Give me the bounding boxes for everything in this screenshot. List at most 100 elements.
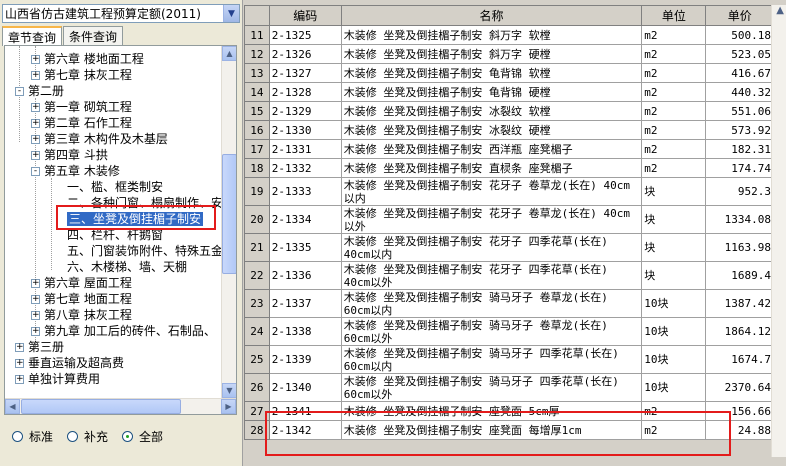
cell-code[interactable]: 2-1328 bbox=[268, 82, 342, 102]
row-number[interactable]: 11 bbox=[244, 25, 270, 45]
expand-icon[interactable]: + bbox=[31, 151, 40, 160]
cell-unit[interactable]: 10块 bbox=[641, 345, 707, 374]
table-row[interactable]: 23 2-1337 木装修 坐凳及倒挂楣子制安 骑马牙子 卷草龙(长在) 60cm以… bbox=[244, 289, 774, 318]
cell-price[interactable]: 523.05 bbox=[705, 44, 774, 64]
scrollbar-thumb[interactable] bbox=[21, 399, 181, 414]
tree-item[interactable]: + 第三章 木构件及木基层 bbox=[31, 131, 168, 147]
expand-icon[interactable]: + bbox=[15, 343, 24, 352]
table-row[interactable]: 18 2-1332 木装修 坐凳及倒挂楣子制安 直棂条 座凳楣子 m2 174.74 bbox=[244, 158, 774, 178]
expand-icon[interactable]: + bbox=[31, 103, 40, 112]
cell-name[interactable]: 木装修 坐凳及倒挂楣子制安 冰裂纹 硬樘 bbox=[340, 120, 643, 140]
cell-unit[interactable]: m2 bbox=[641, 101, 707, 121]
cell-name[interactable]: 木装修 坐凳及倒挂楣子制安 骑马牙子 卷草龙(长在) 60cm以外 bbox=[340, 317, 643, 346]
radio-all[interactable]: 全部 bbox=[122, 428, 163, 445]
tree-item[interactable]: - 第二册 bbox=[15, 83, 64, 99]
cell-name[interactable]: 木装修 坐凳及倒挂楣子制安 花牙子 四季花草(长在) 40cm以外 bbox=[340, 261, 643, 290]
cell-name[interactable]: 木装修 坐凳及倒挂楣子制安 花牙子 四季花草(长在) 40cm以内 bbox=[340, 233, 643, 262]
cell-unit[interactable]: 10块 bbox=[641, 289, 707, 318]
table-row[interactable]: 26 2-1340 木装修 坐凳及倒挂楣子制安 骑马牙子 四季花草(长在) 60cm… bbox=[244, 373, 774, 402]
cell-code[interactable]: 2-1337 bbox=[268, 289, 342, 318]
row-number[interactable]: 12 bbox=[244, 44, 270, 64]
radio-supplement[interactable]: 补充 bbox=[67, 428, 108, 445]
cell-code[interactable]: 2-1338 bbox=[268, 317, 342, 346]
tree-item[interactable]: 六、木楼梯、墙、天棚 bbox=[67, 259, 187, 275]
radio-icon[interactable] bbox=[122, 431, 134, 442]
table-row[interactable]: 22 2-1336 木装修 坐凳及倒挂楣子制安 花牙子 四季花草(长在) 40cm以… bbox=[244, 261, 774, 290]
radio-icon[interactable] bbox=[12, 431, 23, 442]
row-number[interactable]: 13 bbox=[244, 63, 270, 83]
cell-code[interactable]: 2-1333 bbox=[268, 177, 342, 206]
cell-unit[interactable]: m2 bbox=[641, 25, 707, 45]
column-header-unit[interactable]: 单位 bbox=[641, 5, 707, 26]
tree-item[interactable]: 五、门窗装饰附件、特殊五金 bbox=[67, 243, 223, 259]
tree-item[interactable]: + 单独计算费用 bbox=[15, 371, 100, 387]
cell-code[interactable]: 2-1327 bbox=[268, 63, 342, 83]
cell-price[interactable]: 2370.64 bbox=[705, 373, 774, 402]
tree-item[interactable]: + 第二章 石作工程 bbox=[31, 115, 132, 131]
tree-horizontal-scrollbar[interactable]: ◀ ▶ bbox=[5, 398, 236, 414]
expand-icon[interactable]: + bbox=[31, 279, 40, 288]
cell-code[interactable]: 2-1339 bbox=[268, 345, 342, 374]
tree-item[interactable]: + 第七章 抹灰工程 bbox=[31, 67, 132, 83]
table-row[interactable]: 16 2-1330 木装修 坐凳及倒挂楣子制安 冰裂纹 硬樘 m2 573.92 bbox=[244, 120, 774, 140]
cell-unit[interactable]: m2 bbox=[641, 158, 707, 178]
cell-unit[interactable]: 块 bbox=[641, 205, 707, 234]
cell-name[interactable]: 木装修 坐凳及倒挂楣子制安 冰裂纹 软樘 bbox=[340, 101, 643, 121]
cell-code[interactable]: 2-1340 bbox=[268, 373, 342, 402]
row-number[interactable]: 25 bbox=[244, 345, 270, 374]
cell-name[interactable]: 木装修 坐凳及倒挂楣子制安 花牙子 卷草龙(长在) 40cm以外 bbox=[340, 205, 643, 234]
expand-icon[interactable]: + bbox=[31, 311, 40, 320]
expand-icon[interactable]: + bbox=[15, 359, 24, 368]
expand-icon[interactable]: + bbox=[31, 135, 40, 144]
cell-code[interactable]: 2-1325 bbox=[268, 25, 342, 45]
expand-icon[interactable]: + bbox=[15, 375, 24, 384]
row-number[interactable]: 14 bbox=[244, 82, 270, 102]
collapse-icon[interactable]: - bbox=[31, 167, 40, 176]
table-row[interactable]: 14 2-1328 木装修 坐凳及倒挂楣子制安 龟背锦 硬樘 m2 440.32 bbox=[244, 82, 774, 102]
cell-code[interactable]: 2-1329 bbox=[268, 101, 342, 121]
cell-unit[interactable]: m2 bbox=[641, 139, 707, 159]
table-row[interactable]: 20 2-1334 木装修 坐凳及倒挂楣子制安 花牙子 卷草龙(长在) 40cm以外… bbox=[244, 205, 774, 234]
row-number[interactable]: 18 bbox=[244, 158, 270, 178]
expand-icon[interactable]: + bbox=[31, 119, 40, 128]
cell-code[interactable]: 2-1330 bbox=[268, 120, 342, 140]
chevron-down-icon[interactable]: ▼ bbox=[223, 5, 239, 22]
cell-unit[interactable]: 块 bbox=[641, 177, 707, 206]
cell-price[interactable]: 182.31 bbox=[705, 139, 774, 159]
cell-name[interactable]: 木装修 坐凳及倒挂楣子制安 骑马牙子 四季花草(长在) 60cm以内 bbox=[340, 345, 643, 374]
cell-unit[interactable]: 10块 bbox=[641, 317, 707, 346]
tree-item[interactable]: + 第七章 地面工程 bbox=[31, 291, 132, 307]
tree-item[interactable]: + 第九章 加工后的砖件、石制品、 bbox=[31, 323, 216, 339]
cell-code[interactable]: 2-1332 bbox=[268, 158, 342, 178]
row-number[interactable]: 19 bbox=[244, 177, 270, 206]
table-row[interactable]: 12 2-1326 木装修 坐凳及倒挂楣子制安 斜万字 硬樘 m2 523.05 bbox=[244, 44, 774, 64]
cell-name[interactable]: 木装修 坐凳及倒挂楣子制安 斜万字 软樘 bbox=[340, 25, 643, 45]
scrollbar-thumb[interactable] bbox=[222, 154, 236, 274]
cell-name[interactable]: 木装修 坐凳及倒挂楣子制安 龟背锦 硬樘 bbox=[340, 82, 643, 102]
row-number[interactable]: 26 bbox=[244, 373, 270, 402]
scroll-down-icon[interactable]: ▼ bbox=[222, 383, 236, 398]
tree-item[interactable]: 一、槛、框类制安 bbox=[67, 179, 163, 195]
expand-icon[interactable]: + bbox=[31, 71, 40, 80]
column-header-name[interactable]: 名称 bbox=[340, 5, 643, 26]
cell-code[interactable]: 2-1335 bbox=[268, 233, 342, 262]
column-header-code[interactable]: 编码 bbox=[268, 5, 342, 26]
table-row[interactable]: 17 2-1331 木装修 坐凳及倒挂楣子制安 西洋瓶 座凳楣子 m2 182.31 bbox=[244, 139, 774, 159]
cell-name[interactable]: 木装修 坐凳及倒挂楣子制安 骑马牙子 卷草龙(长在) 60cm以内 bbox=[340, 289, 643, 318]
cell-price[interactable]: 1674.7 bbox=[705, 345, 774, 374]
column-header-price[interactable]: 单价 bbox=[705, 5, 774, 26]
table-row[interactable]: 15 2-1329 木装修 坐凳及倒挂楣子制安 冰裂纹 软樘 m2 551.06 bbox=[244, 101, 774, 121]
scroll-up-icon[interactable]: ▲ bbox=[776, 5, 784, 16]
cell-price[interactable]: 952.3 bbox=[705, 177, 774, 206]
row-number[interactable]: 17 bbox=[244, 139, 270, 159]
tree-item[interactable]: + 第四章 斗拱 bbox=[31, 147, 108, 163]
row-number[interactable]: 21 bbox=[244, 233, 270, 262]
row-number[interactable]: 15 bbox=[244, 101, 270, 121]
scroll-right-icon[interactable]: ▶ bbox=[221, 399, 236, 414]
cell-unit[interactable]: 块 bbox=[641, 233, 707, 262]
cell-unit[interactable]: m2 bbox=[641, 63, 707, 83]
radio-standard[interactable]: 标准 bbox=[12, 428, 53, 445]
cell-unit[interactable]: 10块 bbox=[641, 373, 707, 402]
cell-unit[interactable]: m2 bbox=[641, 82, 707, 102]
cell-code[interactable]: 2-1331 bbox=[268, 139, 342, 159]
